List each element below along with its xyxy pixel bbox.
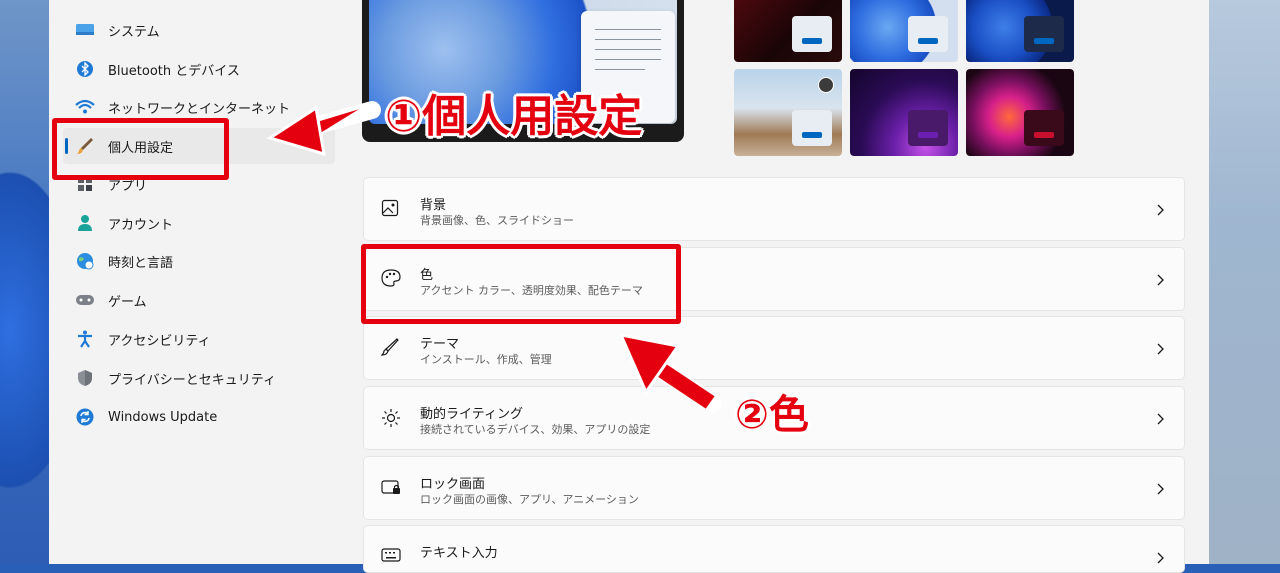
annotation-step1: ①個人用設定 bbox=[385, 91, 643, 142]
arrow-to-colors bbox=[618, 332, 721, 413]
arrow-to-personalization bbox=[266, 101, 381, 157]
annotation-step2: ②色 bbox=[735, 392, 809, 438]
